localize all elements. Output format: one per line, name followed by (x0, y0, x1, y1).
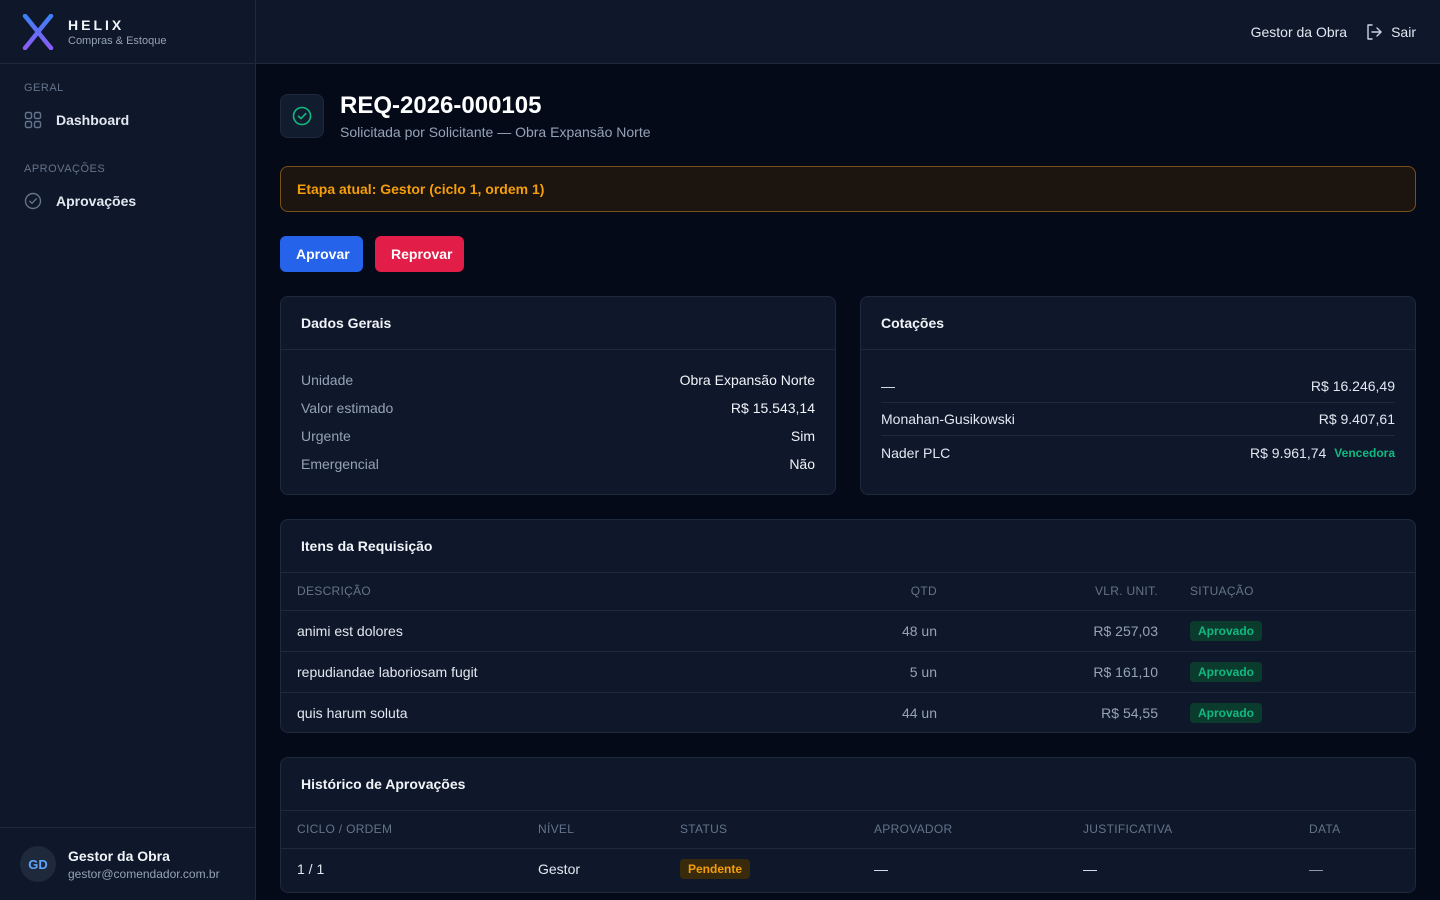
user-email: gestor@comendador.com.br (68, 866, 220, 881)
history-cycle-order: 1 / 1 (297, 860, 325, 877)
item-unit-price: R$ 161,10 (953, 651, 1174, 693)
column-header: QTD (841, 573, 953, 611)
table-row[interactable]: animi est dolores 48 un R$ 257,03 Aprova… (281, 610, 1415, 652)
sidebar-item-aprovacoes[interactable]: Aprovações (24, 192, 231, 210)
kv-row-urgente: Urgente Sim (281, 422, 835, 450)
logout-icon (1367, 23, 1382, 40)
avatar: GD (20, 846, 56, 882)
nav-heading-aprovacoes: APROVAÇÕES (24, 163, 106, 175)
kv-key: Unidade (301, 372, 354, 388)
column-header: STATUS (664, 811, 858, 849)
column-header: SITUAÇÃO (1174, 573, 1415, 611)
page-header: REQ-2026-000105 Solicitada por Solicitan… (280, 92, 651, 140)
approve-button[interactable]: Aprovar (280, 236, 363, 272)
item-qty: 44 un (901, 704, 937, 721)
item-qty: 5 un (841, 651, 953, 693)
table-row[interactable]: repudiandae laboriosam fugit 5 un R$ 161… (281, 651, 1415, 693)
top-user-name: Gestor da Obra (1250, 23, 1348, 40)
check-circle-icon (292, 106, 312, 126)
history-level: Gestor (538, 860, 581, 877)
logout-label: Sair (1391, 23, 1416, 40)
action-buttons: Aprovar Reprovar (280, 236, 464, 272)
nav-heading-geral: GERAL (24, 82, 64, 94)
quote-row[interactable]: Nader PLC R$ 9.961,74 Vencedora (881, 436, 1395, 469)
status-badge: Aprovado (1190, 620, 1263, 641)
table-row[interactable]: quis harum soluta 44 un R$ 54,55 Aprovad… (281, 692, 1415, 732)
kv-row-emergencial: Emergencial Não (281, 450, 835, 478)
item-description: animi est dolores (281, 610, 841, 652)
kv-row-unidade: Unidade Obra Expansão Norte (281, 366, 835, 394)
item-description: repudiandae laboriosam fugit (281, 651, 841, 693)
history-table: CICLO / ORDEM NÍVEL STATUS APROVADOR JUS… (281, 811, 1415, 889)
logout-button[interactable]: Sair (1365, 23, 1416, 41)
card-title: Cotações (861, 297, 1415, 350)
user-profile[interactable]: GD Gestor da Obra gestor@comendador.com.… (0, 827, 256, 900)
quote-value: R$ 9.961,74 (1250, 444, 1327, 461)
brand-name: HELIX (68, 16, 125, 33)
sidebar-item-dashboard[interactable]: Dashboard (24, 111, 231, 129)
brand-subtitle: Compras & Estoque (68, 34, 167, 47)
column-header: APROVADOR (858, 811, 1067, 849)
approval-history-card: Histórico de Aprovações CICLO / ORDEM NÍ… (280, 757, 1416, 893)
reject-button[interactable]: Reprovar (375, 236, 464, 272)
history-justification: — (1083, 860, 1097, 877)
brand[interactable]: HELIX Compras & Estoque (0, 0, 255, 64)
items-table: DESCRIÇÃO QTD VLR. UNIT. SITUAÇÃO animi … (281, 573, 1415, 732)
card-title: Dados Gerais (281, 297, 835, 350)
items-card: Itens da Requisição DESCRIÇÃO QTD VLR. U… (280, 519, 1416, 733)
current-stage-banner: Etapa atual: Gestor (ciclo 1, ordem 1) (280, 166, 1416, 212)
quote-value: R$ 16.246,49 (1310, 378, 1395, 394)
sidebar-item-label: Dashboard (56, 112, 130, 128)
column-header: DESCRIÇÃO (281, 573, 841, 611)
kv-key: Urgente (301, 428, 351, 444)
item-unit-price: R$ 54,55 (1101, 704, 1158, 721)
quote-supplier: Monahan-Gusikowski (881, 411, 1015, 427)
quote-value: R$ 9.407,61 (1318, 411, 1395, 427)
quote-row[interactable]: Monahan-Gusikowski R$ 9.407,61 (881, 403, 1395, 436)
stage-suffix: (ciclo 1, ordem 1) (429, 181, 545, 197)
column-header: VLR. UNIT. (953, 573, 1174, 611)
kv-value: R$ 15.543,14 (730, 400, 815, 416)
stage-level: Gestor (380, 181, 426, 197)
history-date: — (1309, 860, 1323, 877)
kv-key: Emergencial (301, 456, 379, 472)
stage-prefix: Etapa atual: (297, 181, 377, 197)
status-badge: Pendente (680, 858, 751, 879)
sidebar-item-label: Aprovações (56, 193, 137, 209)
status-icon-box (280, 94, 324, 138)
status-badge: Aprovado (1190, 702, 1263, 723)
general-data-card: Dados Gerais Unidade Obra Expansão Norte… (280, 296, 836, 495)
card-title: Histórico de Aprovações (281, 758, 1415, 811)
column-header: DATA (1293, 811, 1415, 849)
page-subtitle: Solicitada por Solicitante — Obra Expans… (340, 124, 651, 140)
kv-value: Sim (790, 428, 815, 444)
sidebar: HELIX Compras & Estoque GERAL Dashboard … (0, 0, 256, 900)
user-name: Gestor da Obra (68, 847, 170, 864)
card-title: Itens da Requisição (281, 520, 1415, 573)
history-approver: — (874, 860, 888, 877)
kv-key: Valor estimado (301, 400, 394, 416)
helix-logo-icon (22, 13, 54, 50)
page-title: REQ-2026-000105 (340, 92, 542, 119)
winner-badge: Vencedora (1334, 445, 1395, 460)
check-circle-icon (24, 192, 42, 210)
column-header: NÍVEL (522, 811, 664, 849)
column-header: CICLO / ORDEM (281, 811, 522, 849)
item-qty: 48 un (841, 610, 953, 652)
status-badge: Aprovado (1190, 661, 1263, 682)
quote-supplier: Nader PLC (881, 444, 951, 461)
topbar: Gestor da Obra Sair (256, 0, 1440, 64)
kv-row-valor: Valor estimado R$ 15.543,14 (281, 394, 835, 422)
column-header: JUSTIFICATIVA (1067, 811, 1293, 849)
quote-row[interactable]: — R$ 16.246,49 (881, 370, 1395, 403)
kv-value: Obra Expansão Norte (679, 372, 815, 388)
quotes-card: Cotações — R$ 16.246,49 Monahan-Gusikows… (860, 296, 1416, 495)
table-row[interactable]: 1 / 1 Gestor Pendente — — — (281, 848, 1415, 889)
quote-supplier: — (881, 378, 895, 394)
kv-value: Não (789, 456, 815, 472)
item-unit-price: R$ 257,03 (953, 610, 1174, 652)
item-description: quis harum soluta (297, 704, 408, 721)
grid-icon (24, 111, 42, 129)
